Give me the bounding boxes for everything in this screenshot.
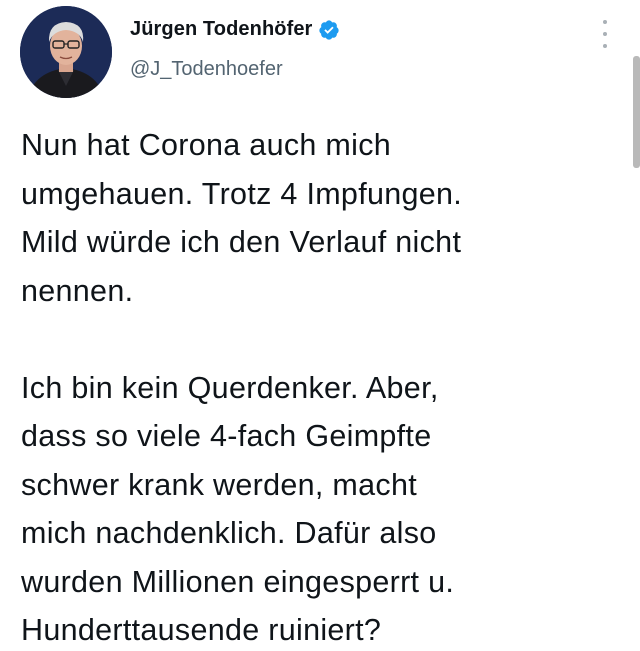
author-handle[interactable]: @J_Todenhoefer	[130, 58, 283, 81]
tweet-line: mich nachdenklich. Dafür also	[21, 516, 437, 550]
tweet-line: nennen.	[21, 273, 134, 308]
tweet-body: Nun hat Corona auch mich umgehauen. Trot…	[21, 121, 611, 651]
tweet-line: Ich bin kein Querdenker. Aber,	[21, 370, 439, 405]
author-display-name[interactable]: Jürgen Todenhöfer	[130, 18, 312, 41]
more-vertical-icon[interactable]	[597, 20, 613, 48]
tweet-line: Nun hat Corona auch mich	[21, 128, 392, 162]
scrollbar-thumb[interactable]	[633, 56, 640, 168]
tweet-line: dass so viele 4-fach Geimpfte	[21, 419, 432, 453]
tweet-line: Hunderttausende ruiniert?	[21, 613, 382, 647]
author-avatar[interactable]	[20, 6, 112, 98]
tweet-line: umgehauen. Trotz 4 Impfungen.	[21, 176, 463, 211]
tweet-line: Mild würde ich den Verlauf nicht	[21, 225, 462, 259]
tweet-line: schwer krank werden, macht	[21, 467, 417, 502]
author-name-row[interactable]: Jürgen Todenhöfer	[130, 18, 340, 41]
tweet-card: Jürgen Todenhöfer @J_Todenhoefer Nun hat…	[0, 0, 640, 651]
tweet-line: wurden Millionen eingesperrt u.	[21, 564, 455, 599]
avatar-photo-icon	[20, 6, 112, 98]
verified-badge-icon	[319, 19, 340, 40]
